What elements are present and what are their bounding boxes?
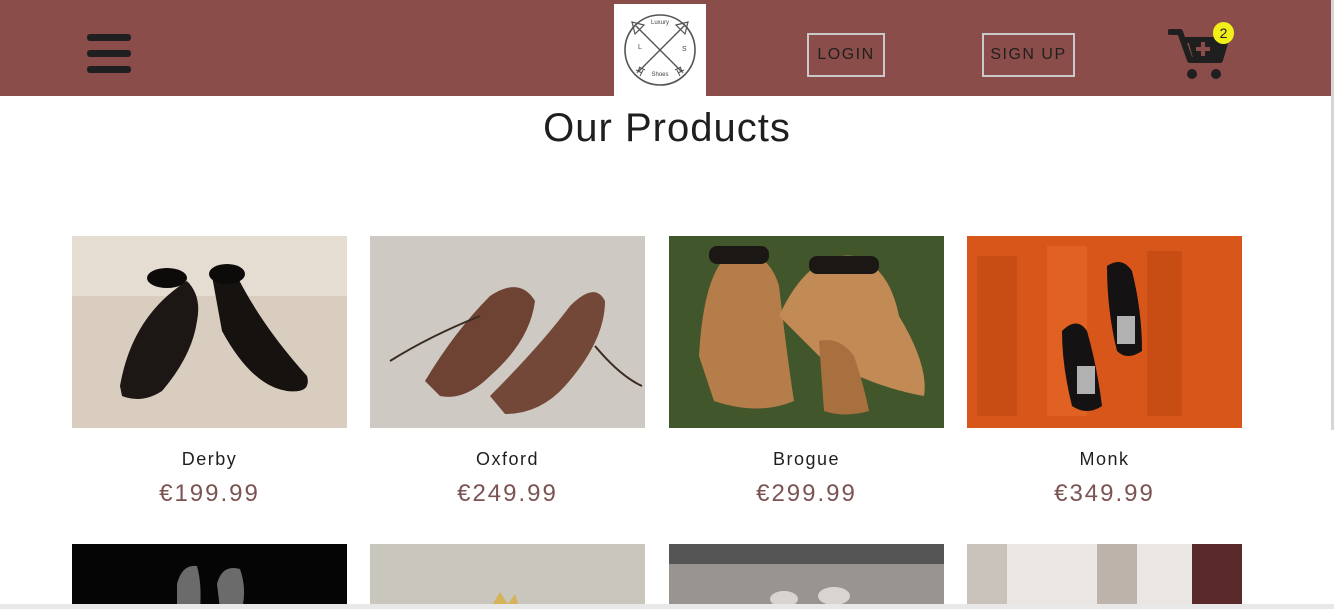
logo-letter-left: L	[638, 44, 642, 51]
logo-text-bottom: Shoes	[651, 72, 669, 78]
product-image[interactable]	[72, 544, 347, 609]
signup-button[interactable]: SIGN UP	[982, 33, 1075, 77]
product-name[interactable]: Brogue	[669, 449, 944, 470]
product-image[interactable]	[967, 236, 1242, 428]
product-card[interactable]: Brogue €299.99	[669, 236, 944, 508]
product-name[interactable]: Oxford	[370, 449, 645, 470]
product-image[interactable]	[370, 236, 645, 428]
product-image[interactable]	[669, 236, 944, 428]
login-button[interactable]: LOGIN	[807, 33, 885, 77]
product-card[interactable]: Derby €199.99	[72, 236, 347, 508]
product-image[interactable]	[72, 236, 347, 428]
page-title: Our Products	[543, 106, 791, 150]
product-name[interactable]: Monk	[967, 449, 1242, 470]
product-price: €249.99	[457, 480, 558, 507]
logo-text-top: Luxury	[650, 20, 669, 26]
product-price: €299.99	[756, 480, 857, 507]
brand-logo[interactable]: Luxury L S Shoes	[614, 4, 706, 96]
product-image[interactable]	[669, 544, 944, 609]
product-name[interactable]: Derby	[72, 449, 347, 470]
site-header: Luxury L S Shoes LOGIN SIGN UP 2	[0, 0, 1334, 96]
horizontal-scrollbar[interactable]	[0, 604, 1334, 609]
product-card[interactable]: Oxford €249.99	[370, 236, 645, 508]
product-card[interactable]: Monk €349.99	[967, 236, 1242, 508]
product-price: €349.99	[1054, 480, 1155, 507]
product-image[interactable]	[370, 544, 645, 609]
logo-letter-right: S	[682, 46, 687, 53]
product-image[interactable]	[967, 544, 1242, 609]
product-price: €199.99	[159, 480, 260, 507]
hamburger-menu-icon[interactable]	[87, 34, 131, 74]
cart-count-badge: 2	[1213, 22, 1234, 44]
